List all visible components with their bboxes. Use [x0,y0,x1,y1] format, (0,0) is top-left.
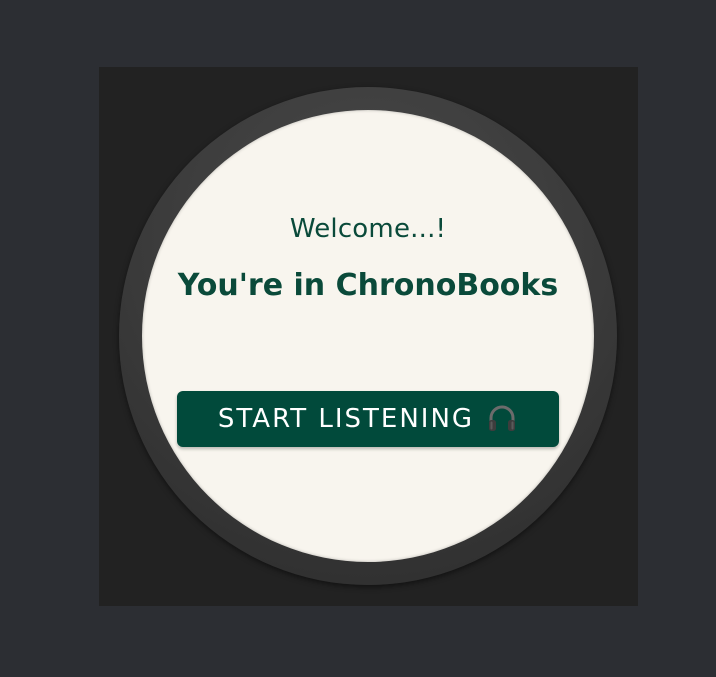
watch-face: Welcome...! You're in ChronoBooks START … [142,110,594,562]
headphones-icon [486,403,518,435]
start-listening-button[interactable]: START LISTENING [177,391,559,447]
app-title: You're in ChronoBooks [177,268,559,303]
watch-preview-area: Welcome...! You're in ChronoBooks START … [99,67,638,606]
welcome-text: Welcome...! [289,214,447,244]
start-listening-label: START LISTENING [217,404,475,434]
